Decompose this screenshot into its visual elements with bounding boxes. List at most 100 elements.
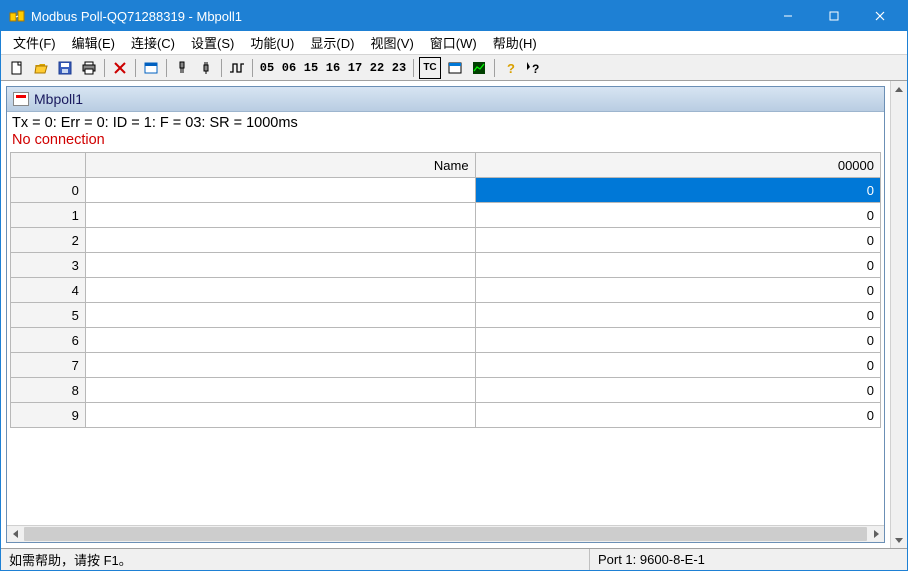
row-header[interactable]: 0 bbox=[11, 178, 86, 203]
cell-value[interactable]: 0 bbox=[475, 278, 880, 303]
chart-icon[interactable] bbox=[468, 57, 490, 79]
row-header[interactable]: 8 bbox=[11, 378, 86, 403]
child-title: Mbpoll1 bbox=[34, 91, 83, 107]
cell-value[interactable]: 0 bbox=[475, 303, 880, 328]
scroll-thumb[interactable] bbox=[24, 527, 867, 541]
table-row[interactable]: 00 bbox=[11, 178, 881, 203]
table-row[interactable]: 90 bbox=[11, 403, 881, 428]
menu-function[interactable]: 功能(U) bbox=[242, 30, 302, 55]
cell-name[interactable] bbox=[85, 353, 475, 378]
separator bbox=[252, 59, 253, 77]
table-row[interactable]: 20 bbox=[11, 228, 881, 253]
row-header[interactable]: 3 bbox=[11, 253, 86, 278]
menu-help[interactable]: 帮助(H) bbox=[485, 30, 545, 55]
row-header[interactable]: 7 bbox=[11, 353, 86, 378]
tc-button[interactable]: TC bbox=[419, 57, 441, 79]
scroll-right-arrow[interactable] bbox=[867, 526, 884, 542]
connect-icon[interactable] bbox=[171, 57, 193, 79]
cell-value[interactable]: 0 bbox=[475, 178, 880, 203]
func-15-button[interactable]: 15 bbox=[300, 57, 322, 79]
open-icon[interactable] bbox=[30, 57, 52, 79]
statusbar: 如需帮助，请按 F1。 Port 1: 9600-8-E-1 bbox=[1, 548, 907, 570]
child-window-icon bbox=[13, 92, 29, 106]
child-titlebar[interactable]: Mbpoll1 bbox=[7, 87, 884, 112]
child-horizontal-scrollbar[interactable] bbox=[7, 525, 884, 542]
separator bbox=[413, 59, 414, 77]
separator bbox=[135, 59, 136, 77]
menu-settings[interactable]: 设置(S) bbox=[183, 30, 242, 55]
table-row[interactable]: 70 bbox=[11, 353, 881, 378]
cell-name[interactable] bbox=[85, 403, 475, 428]
menu-edit[interactable]: 编辑(E) bbox=[64, 30, 123, 55]
context-help-icon[interactable]: ? bbox=[523, 57, 545, 79]
disconnect-icon[interactable] bbox=[195, 57, 217, 79]
func-22-button[interactable]: 22 bbox=[366, 57, 388, 79]
status-port-pane: Port 1: 9600-8-E-1 bbox=[590, 549, 907, 570]
func-23-button[interactable]: 23 bbox=[388, 57, 410, 79]
table-row[interactable]: 40 bbox=[11, 278, 881, 303]
table-row[interactable]: 50 bbox=[11, 303, 881, 328]
delete-icon[interactable] bbox=[109, 57, 131, 79]
menubar: 文件(F) 编辑(E) 连接(C) 设置(S) 功能(U) 显示(D) 视图(V… bbox=[1, 31, 907, 55]
close-button[interactable] bbox=[857, 1, 903, 31]
pulse-icon[interactable] bbox=[226, 57, 248, 79]
column-name-header[interactable]: Name bbox=[85, 153, 475, 178]
minimize-button[interactable] bbox=[765, 1, 811, 31]
save-icon[interactable] bbox=[54, 57, 76, 79]
scroll-up-arrow[interactable] bbox=[891, 81, 907, 98]
cell-name[interactable] bbox=[85, 328, 475, 353]
menu-file[interactable]: 文件(F) bbox=[5, 30, 64, 55]
row-header[interactable]: 6 bbox=[11, 328, 86, 353]
cell-name[interactable] bbox=[85, 253, 475, 278]
child-window: Mbpoll1 Tx = 0: Err = 0: ID = 1: F = 03:… bbox=[6, 86, 885, 543]
menu-window[interactable]: 窗口(W) bbox=[422, 30, 485, 55]
cell-name[interactable] bbox=[85, 203, 475, 228]
maximize-button[interactable] bbox=[811, 1, 857, 31]
titlebar[interactable]: Modbus Poll-QQ71288319 - Mbpoll1 bbox=[1, 1, 907, 31]
cell-name[interactable] bbox=[85, 228, 475, 253]
scroll-down-arrow[interactable] bbox=[891, 531, 907, 548]
row-header[interactable]: 4 bbox=[11, 278, 86, 303]
row-header[interactable]: 2 bbox=[11, 228, 86, 253]
app-icon bbox=[9, 8, 25, 24]
cell-name[interactable] bbox=[85, 278, 475, 303]
scroll-left-arrow[interactable] bbox=[7, 526, 24, 542]
table-row[interactable]: 30 bbox=[11, 253, 881, 278]
table-row[interactable]: 80 bbox=[11, 378, 881, 403]
func-17-button[interactable]: 17 bbox=[344, 57, 366, 79]
svg-text:?: ? bbox=[507, 61, 515, 75]
cell-value[interactable]: 0 bbox=[475, 403, 880, 428]
row-header[interactable]: 1 bbox=[11, 203, 86, 228]
menu-display[interactable]: 显示(D) bbox=[302, 30, 362, 55]
cell-value[interactable]: 0 bbox=[475, 253, 880, 278]
table-row[interactable]: 60 bbox=[11, 328, 881, 353]
outer-vertical-scrollbar[interactable] bbox=[890, 81, 907, 548]
cell-value[interactable]: 0 bbox=[475, 203, 880, 228]
connection-error: No connection bbox=[10, 132, 881, 152]
cell-value[interactable]: 0 bbox=[475, 328, 880, 353]
row-header[interactable]: 9 bbox=[11, 403, 86, 428]
menu-connect[interactable]: 连接(C) bbox=[123, 30, 183, 55]
separator bbox=[104, 59, 105, 77]
menu-view[interactable]: 视图(V) bbox=[362, 30, 421, 55]
help-icon[interactable]: ? bbox=[499, 57, 521, 79]
cell-value[interactable]: 0 bbox=[475, 228, 880, 253]
mdi-client: Mbpoll1 Tx = 0: Err = 0: ID = 1: F = 03:… bbox=[1, 81, 907, 548]
register-table[interactable]: Name 00000 00102030405060708090 bbox=[10, 152, 881, 428]
print-icon[interactable] bbox=[78, 57, 100, 79]
func-05-button[interactable]: 05 bbox=[256, 57, 278, 79]
cell-name[interactable] bbox=[85, 303, 475, 328]
cell-name[interactable] bbox=[85, 378, 475, 403]
cell-value[interactable]: 0 bbox=[475, 353, 880, 378]
func-16-button[interactable]: 16 bbox=[322, 57, 344, 79]
table-row[interactable]: 10 bbox=[11, 203, 881, 228]
window-title: Modbus Poll-QQ71288319 - Mbpoll1 bbox=[31, 9, 765, 24]
cell-name[interactable] bbox=[85, 178, 475, 203]
column-value-header[interactable]: 00000 bbox=[475, 153, 880, 178]
row-header[interactable]: 5 bbox=[11, 303, 86, 328]
window-icon[interactable] bbox=[140, 57, 162, 79]
new-icon[interactable] bbox=[6, 57, 28, 79]
func-06-button[interactable]: 06 bbox=[278, 57, 300, 79]
terminal-icon[interactable] bbox=[444, 57, 466, 79]
cell-value[interactable]: 0 bbox=[475, 378, 880, 403]
